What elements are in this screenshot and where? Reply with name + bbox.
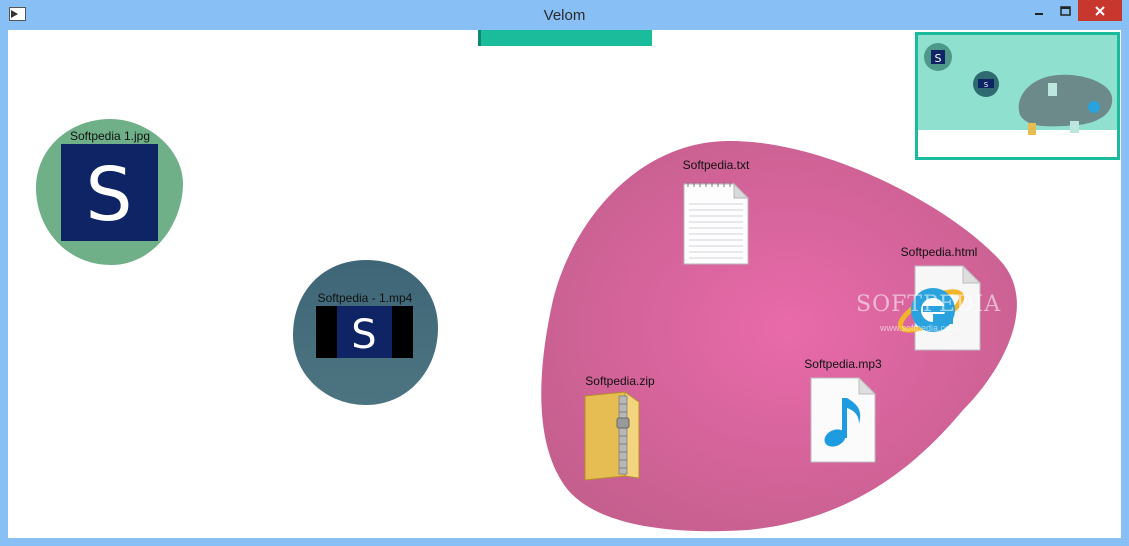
minimize-icon <box>1035 12 1043 15</box>
minimize-button[interactable] <box>1026 0 1052 21</box>
music-note-file-icon[interactable] <box>809 376 877 464</box>
canvas-area[interactable]: Softpedia 1.jpg S Softpedia - 1.mp4 S So… <box>8 30 1121 538</box>
svg-text:S: S <box>984 81 989 89</box>
file-label-mp3: Softpedia.mp3 <box>804 357 882 371</box>
close-icon <box>1095 5 1105 16</box>
svg-text:S: S <box>351 312 376 358</box>
file-label-mp4: Softpedia - 1.mp4 <box>317 291 413 305</box>
minimap[interactable]: S S <box>915 32 1120 160</box>
close-button[interactable] <box>1078 0 1122 21</box>
zip-folder-icon[interactable] <box>579 390 647 482</box>
svg-text:S: S <box>935 52 942 65</box>
file-label-zip: Softpedia.zip <box>585 374 655 388</box>
text-document-icon[interactable] <box>682 178 750 266</box>
minimap-preview: S S <box>924 43 1113 135</box>
file-label-html: Softpedia.html <box>900 245 978 259</box>
file-label-txt: Softpedia.txt <box>682 158 750 172</box>
jpg-image-thumbnail-icon[interactable]: S <box>61 144 158 241</box>
svg-text:S: S <box>86 152 133 238</box>
mp4-video-thumbnail-icon[interactable]: S <box>316 306 413 358</box>
maximize-icon <box>1059 5 1071 16</box>
file-label-jpg: Softpedia 1.jpg <box>69 129 151 143</box>
window-title: Velom <box>543 7 586 24</box>
maximize-button[interactable] <box>1052 0 1078 21</box>
softpedia-watermark-url: www.softpedia.com <box>880 323 958 333</box>
title-bar[interactable]: Velom <box>0 0 1129 30</box>
softpedia-watermark: SOFTPEDIA <box>856 292 1002 317</box>
